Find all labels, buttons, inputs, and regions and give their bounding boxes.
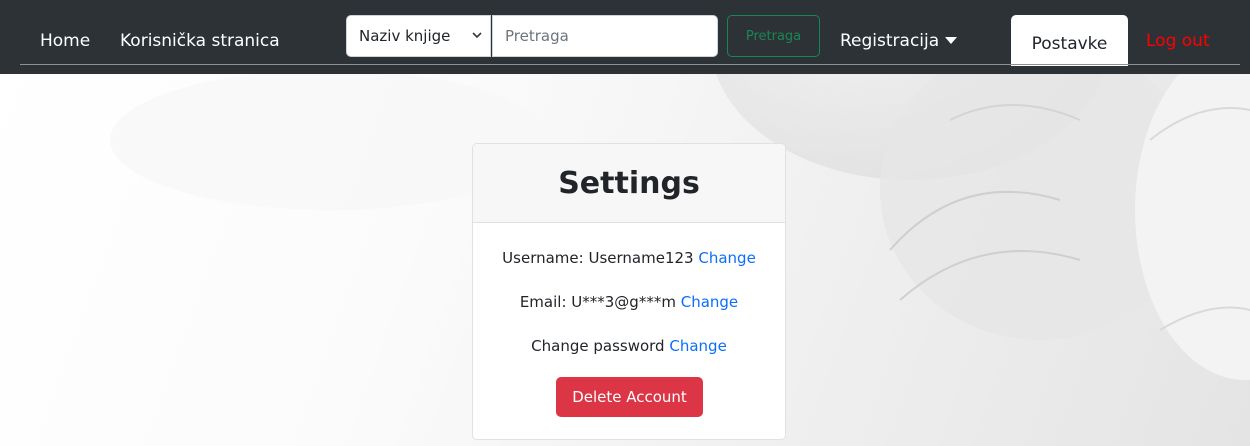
chevron-down-icon [472, 32, 482, 39]
nav-home-link[interactable]: Home [40, 30, 90, 52]
password-label: Change password [531, 337, 665, 355]
change-email-link[interactable]: Change [681, 293, 738, 311]
settings-card: Settings Username: Username123 Change Em… [472, 143, 786, 440]
delete-account-button[interactable]: Delete Account [556, 377, 703, 417]
search-input[interactable] [492, 15, 718, 57]
nav-register-dropdown[interactable]: Registracija [840, 30, 958, 52]
caret-down-icon [945, 37, 958, 44]
nav-register-label: Registracija [840, 31, 940, 51]
nav-settings-tab[interactable]: Postavke [1011, 15, 1128, 66]
password-row: Change password Change [473, 337, 785, 355]
search-type-value: Naziv knjige [359, 27, 451, 45]
change-username-link[interactable]: Change [698, 249, 755, 267]
top-navbar: Home Korisnička stranica Naziv knjige Pr… [0, 0, 1250, 74]
email-label: Email: [519, 293, 567, 311]
username-value: Username123 [588, 249, 694, 267]
email-row: Email: U***3@g***m Change [473, 293, 785, 311]
settings-card-header: Settings [473, 144, 785, 223]
email-value: U***3@g***m [571, 293, 676, 311]
settings-title: Settings [558, 165, 700, 201]
search-type-select[interactable]: Naziv knjige [346, 15, 491, 57]
nav-user-page-link[interactable]: Korisnička stranica [120, 30, 280, 52]
nav-logout-link[interactable]: Log out [1146, 30, 1210, 52]
search-button[interactable]: Pretraga [727, 15, 820, 57]
settings-card-body: Username: Username123 Change Email: U***… [473, 223, 785, 439]
change-password-link[interactable]: Change [669, 337, 726, 355]
username-row: Username: Username123 Change [473, 249, 785, 267]
navbar-divider [20, 64, 1240, 65]
username-label: Username: [502, 249, 584, 267]
